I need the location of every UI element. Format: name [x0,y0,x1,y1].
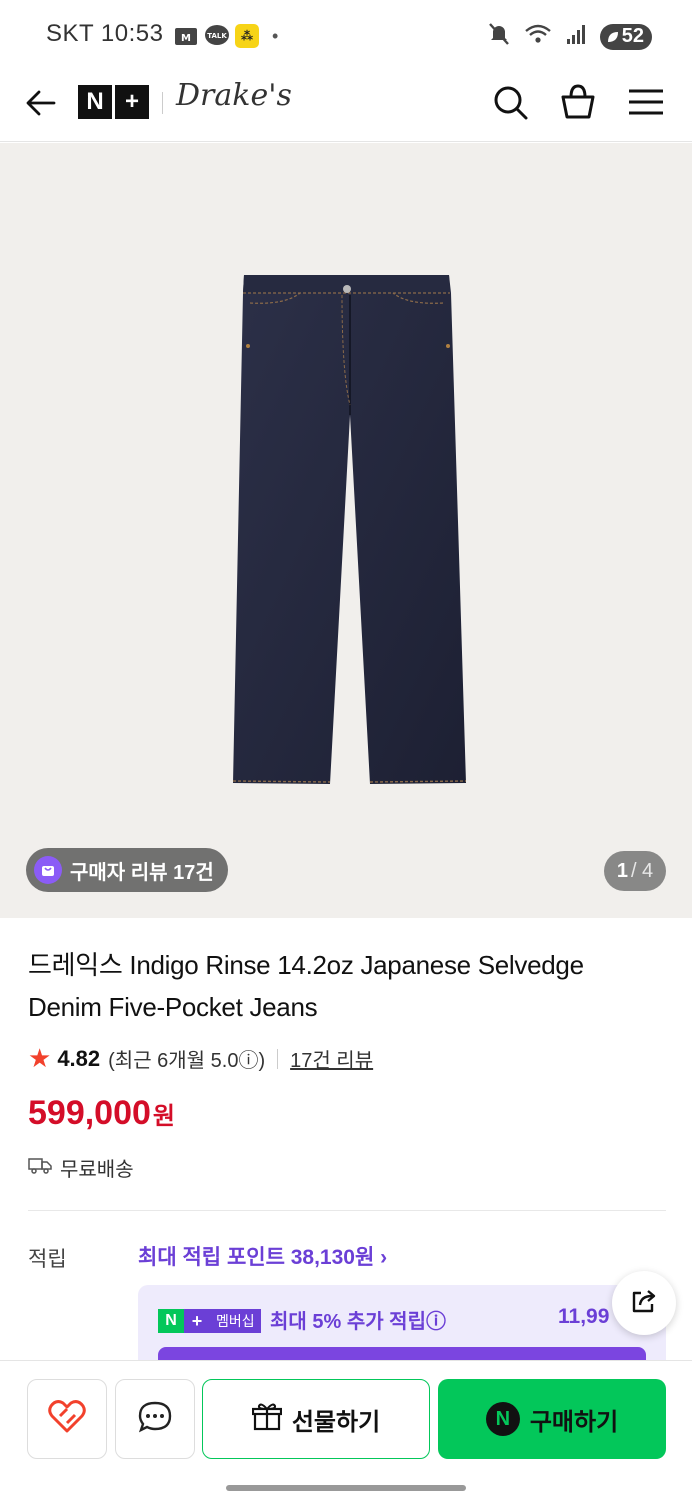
menu-icon[interactable] [626,82,666,122]
home-indicator[interactable] [226,1485,466,1491]
max-points-link[interactable]: 최대 적립 포인트 38,130원 › [138,1241,387,1271]
membership-points-amount: 11,99 [558,1305,610,1328]
gift-button[interactable]: 선물하기 [202,1379,430,1459]
page-total: / 4 [630,859,654,882]
share-icon [628,1285,660,1322]
talk-inquiry-button[interactable] [115,1379,195,1459]
more-notifications-dot: • [272,25,279,46]
svg-text:M: M [181,33,191,44]
buy-button[interactable]: N 구매하기 [438,1379,666,1459]
review-bag-icon [34,856,62,884]
rating-row: ★ 4.82 (최근 6개월 5.0ⓘ) 17건 리뷰 [28,1043,373,1074]
top-navigation: N + Drake's [0,70,692,142]
product-image-carousel[interactable]: 구매자 리뷰 17건 1 / 4 [0,143,692,918]
chat-bubble-icon [137,1400,173,1439]
price-unit: 원 [152,1103,175,1130]
battery-indicator: 52 [599,23,652,50]
rating-score: 4.82 [57,1045,101,1071]
battery-level: 52 [621,25,644,47]
page-current: 1 [616,859,628,882]
recent-rating[interactable]: (최근 6개월 5.0ⓘ) [108,1044,265,1073]
back-arrow-icon[interactable] [24,86,58,120]
carrier-time: SKT 10:53 [46,20,164,47]
review-chip-label: 구매자 리뷰 17건 [70,861,214,884]
battery-leaf-icon [607,31,618,42]
product-title: 드레익스 Indigo Rinse 14.2oz Japanese Selved… [28,950,584,1022]
talk-notification-icon: TALK [204,24,230,48]
mute-icon [488,22,510,51]
points-label: 적립 [28,1248,67,1271]
heart-icon [47,1399,87,1440]
section-divider [28,1210,666,1211]
buy-button-label: 구매하기 [529,1408,619,1436]
gift-button-label: 선물하기 [291,1408,381,1436]
jeans-product-image [232,275,467,784]
brand-logo[interactable]: Drake's [176,78,292,113]
price: 599,000 원 [28,1094,175,1133]
signal-icon [566,23,586,50]
share-button[interactable] [612,1271,676,1335]
membership-extra-points[interactable]: 최대 5% 추가 적립ⓘ [270,1305,446,1334]
wifi-icon [524,23,552,50]
badge-n: N [158,1309,184,1333]
wishlist-button[interactable] [27,1379,107,1459]
badge-plus: + [184,1309,210,1333]
status-bar: SKT 10:53 M TALK ⁂ • 52 [0,0,692,70]
svg-text:TALK: TALK [207,32,227,40]
image-pager: 1 / 4 [604,851,666,891]
logo-plus: + [115,85,149,119]
gift-icon [251,1401,282,1438]
shipping-label: 무료배송 [60,1159,134,1181]
star-icon: ★ [28,1043,52,1073]
logo-n: N [78,85,112,119]
mail-notification-icon: M [174,24,198,48]
header-divider [162,92,163,114]
shopping-bag-icon[interactable] [558,82,598,122]
buyer-review-chip[interactable]: 구매자 리뷰 17건 [26,848,228,892]
svg-text:⁂: ⁂ [241,29,254,43]
truck-icon [28,1155,52,1181]
price-value: 599,000 [28,1094,151,1132]
search-icon[interactable] [490,82,530,122]
badge-text: 멤버십 [210,1309,261,1333]
kakaobank-notification-icon: ⁂ [234,24,260,48]
nplus-membership-badge: N + 멤버십 [158,1309,261,1333]
bottom-action-bar: 선물하기 N 구매하기 [0,1360,692,1500]
review-count-link[interactable]: 17건 리뷰 [290,1044,373,1073]
nplus-store-logo[interactable]: N + [78,85,149,119]
npay-icon: N [485,1402,520,1436]
shipping-info: 무료배송 [28,1153,134,1182]
rating-divider [277,1048,279,1069]
